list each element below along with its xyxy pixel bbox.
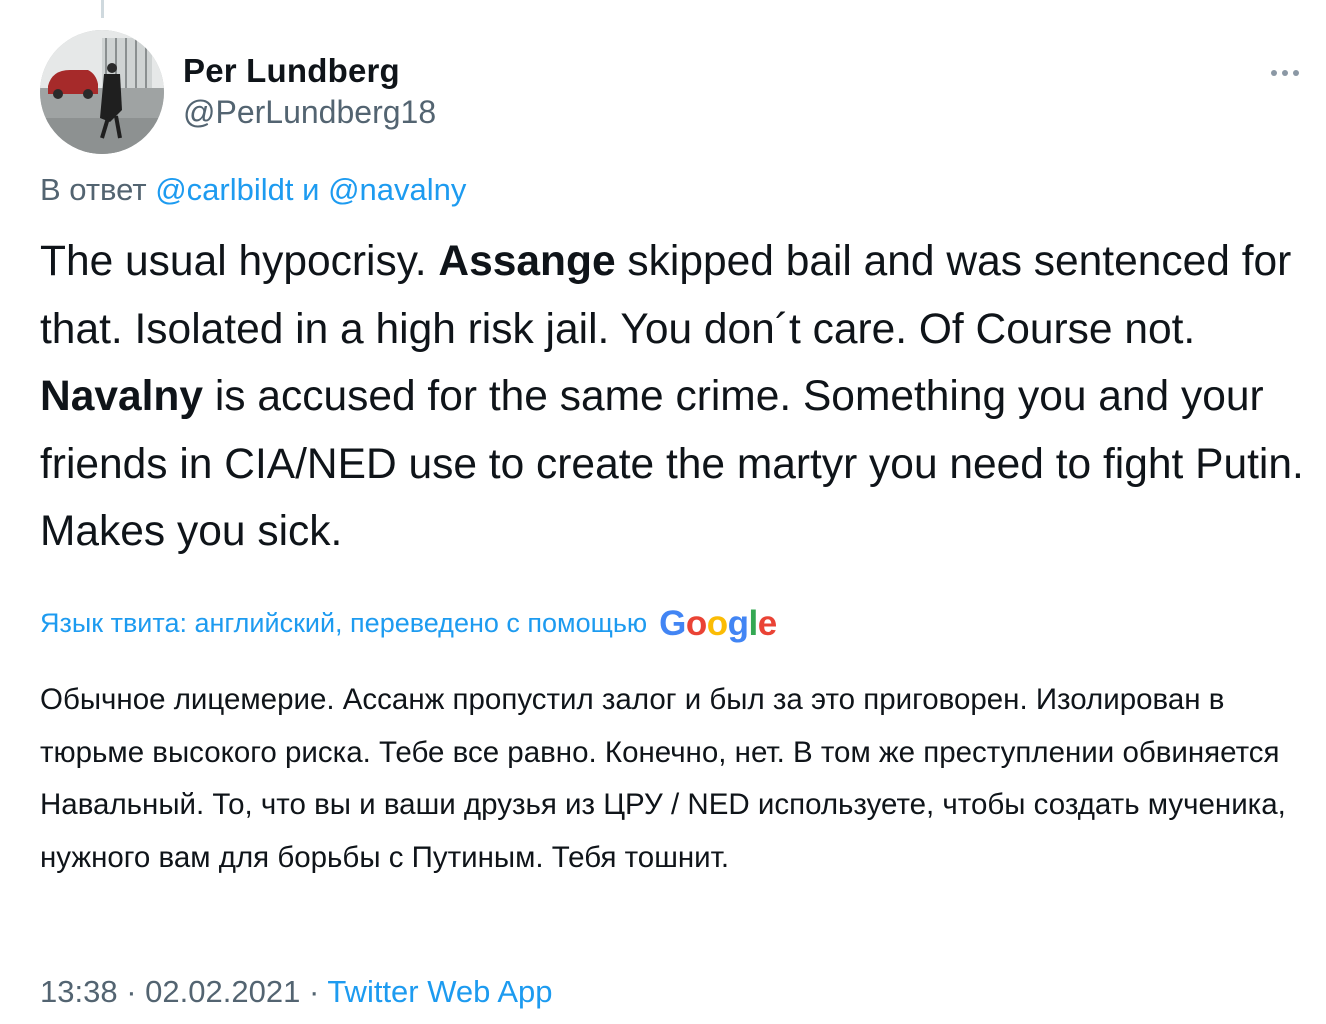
reply-prefix: В ответ [40,172,147,207]
tweet-text: The usual hypocrisy. Assange skipped bai… [40,228,1315,566]
translation-label: Язык твита: английский, переведено с пом… [40,608,648,638]
reply-conjunction: и [302,172,320,207]
author-display-name[interactable]: Per Lundberg [183,52,400,90]
tweet-metadata: 13:38 · 02.02.2021 · Twitter Web App [40,974,552,1010]
author-handle[interactable]: @PerLundberg18 [183,94,436,131]
avatar[interactable] [40,30,164,154]
tweet-date[interactable]: 02.02.2021 [145,974,300,1009]
tweet-text-segment: The usual hypocrisy. [40,238,439,285]
tweet-highlight-navalny: Navalny [40,373,204,420]
meta-separator: · [308,974,320,1009]
more-options-button[interactable] [1262,58,1308,88]
thread-connector-line [101,0,104,18]
translated-tweet-text: Обычное лицемерие. Ассанж пропустил зало… [40,683,1286,874]
tweet-highlight-assange: Assange [438,238,616,285]
more-horizontal-icon [1271,70,1277,76]
translation-attribution[interactable]: Язык твита: английский, переведено с пом… [40,606,777,641]
tweet-text-segment: is accused for the same crime. Something… [40,373,1304,555]
mention-link-carlbildt[interactable]: @carlbildt [155,172,293,207]
mention-link-navalny[interactable]: @navalny [328,172,466,207]
more-horizontal-icon [1293,70,1299,76]
google-logo: Google [659,604,777,643]
tweet-source-link[interactable]: Twitter Web App [327,974,552,1009]
reply-context: В ответ @carlbildt и @navalny [40,172,466,208]
more-horizontal-icon [1282,70,1288,76]
meta-separator: · [126,974,137,1009]
avatar-photo [40,30,164,154]
tweet-time[interactable]: 13:38 [40,974,118,1009]
